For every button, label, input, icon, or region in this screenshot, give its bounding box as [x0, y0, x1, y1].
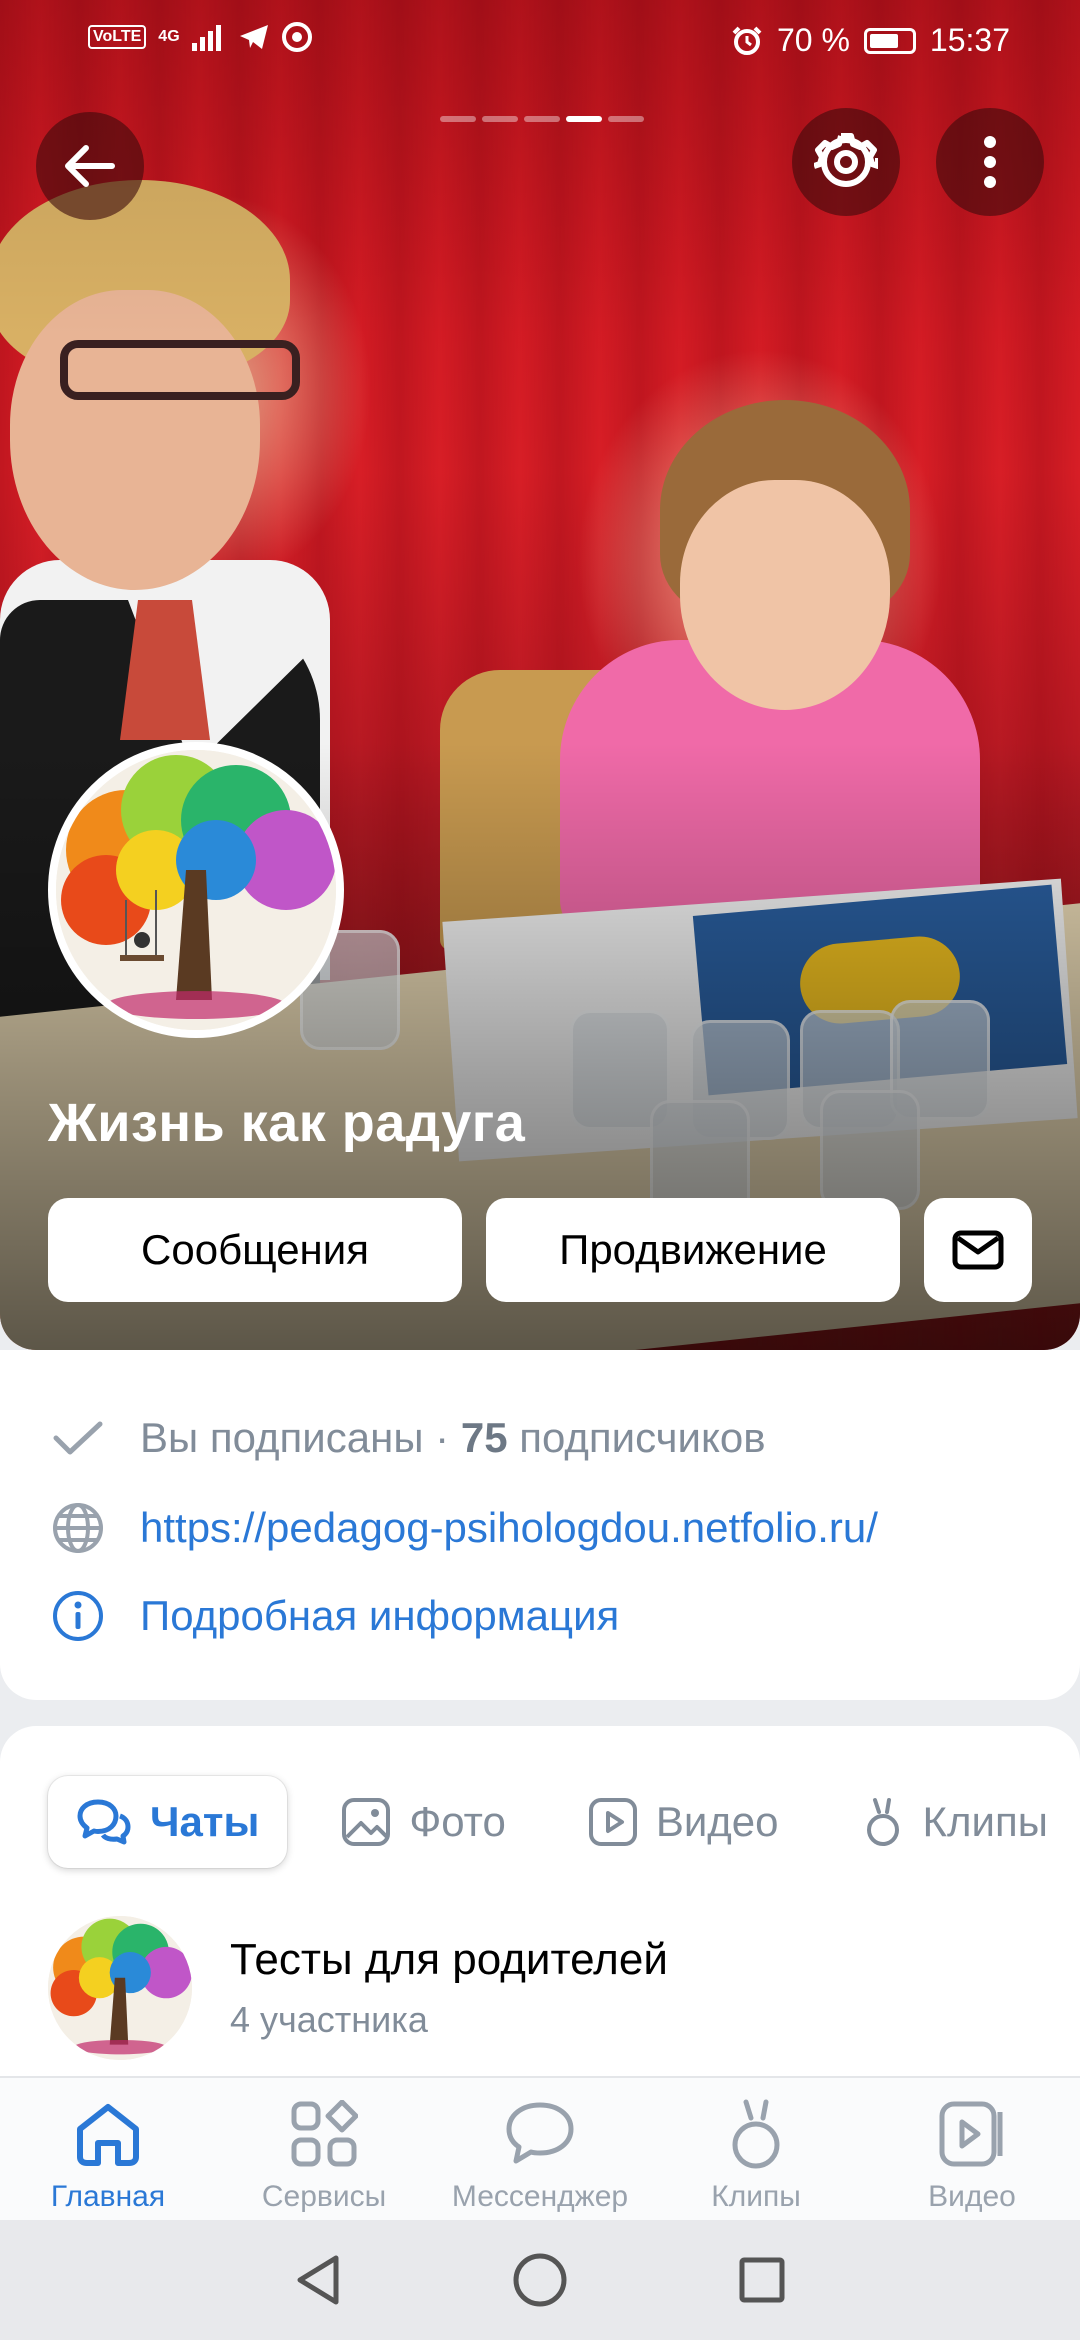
website-row[interactable]: https://pedagog-psihologdou.netfolio.ru/ [50, 1500, 878, 1556]
followers-label: подписчиков [519, 1414, 766, 1461]
messenger-icon [502, 2096, 578, 2172]
cover-slide-dot [440, 116, 476, 122]
tab-clips[interactable]: Клипы [833, 1776, 1076, 1868]
followers-count: 75 [460, 1414, 508, 1461]
envelope-icon [952, 1230, 1004, 1270]
nav-clips[interactable]: Клипы [648, 2078, 864, 2220]
check-icon [50, 1410, 106, 1466]
group-avatar[interactable] [48, 742, 344, 1038]
nav-video[interactable]: Видео [864, 2078, 1080, 2220]
battery-percent: 70 % [776, 22, 850, 58]
content-tabs: Чаты Фото Видео Клипы [48, 1776, 1076, 1868]
back-button[interactable] [36, 112, 144, 220]
subscribed-status: Вы подписаны [140, 1414, 424, 1461]
nav-label: Сервисы [261, 2180, 387, 2213]
globe-icon [50, 1500, 106, 1556]
promotion-button[interactable]: Продвижение [486, 1198, 900, 1302]
info-icon [50, 1588, 106, 1644]
clips-icon [718, 2096, 794, 2172]
system-recents-icon[interactable] [738, 2256, 786, 2304]
nav-label: Главная [50, 2180, 166, 2213]
video-icon [588, 1798, 637, 1846]
alarm-icon [732, 26, 762, 55]
volte-badge: VoLTE [88, 25, 147, 49]
tab-label: Фото [409, 1798, 506, 1845]
details-row[interactable]: Подробная информация [50, 1588, 619, 1644]
cover-slide-dot [566, 116, 602, 122]
cover-slide-indicator [440, 116, 644, 122]
messages-button[interactable]: Сообщения [48, 1198, 462, 1302]
battery-level [869, 33, 898, 48]
chat-list-item[interactable]: Тесты для родителей 4 участника [48, 1916, 668, 2060]
telegram-icon [239, 25, 268, 49]
clock: 15:37 [929, 22, 1010, 58]
nav-messenger[interactable]: Мессенджер [432, 2078, 648, 2220]
video-icon [934, 2096, 1010, 2172]
cover-slide-dot [608, 116, 644, 122]
gear-icon [814, 133, 878, 187]
website-link[interactable]: https://pedagog-psihologdou.netfolio.ru/ [140, 1504, 878, 1552]
mail-button[interactable] [924, 1198, 1032, 1302]
nav-services[interactable]: Сервисы [216, 2078, 432, 2220]
clips-icon [866, 1798, 899, 1846]
group-name: Жизнь как радуга [48, 1093, 526, 1153]
subscription-row[interactable]: Вы подписаны · 75 подписчиков [50, 1410, 766, 1466]
chat-icon [77, 1799, 131, 1845]
nav-label: Видео [928, 2180, 1016, 2213]
details-link[interactable]: Подробная информация [140, 1592, 619, 1640]
rainbow-tree-image [48, 1916, 192, 2060]
chat-avatar [48, 1916, 192, 2060]
bottom-navigation: Главная Сервисы Мессенджер Клипы Видео [0, 2076, 1080, 2220]
tab-label: Чаты [150, 1798, 260, 1845]
nav-label: Мессенджер [451, 2180, 629, 2213]
cover-slide-dot [482, 116, 518, 122]
tab-label: Клипы [922, 1798, 1048, 1845]
group-info-card: Вы подписаны · 75 подписчиков https://pe… [0, 1350, 1080, 1700]
chat-text: Тесты для родителей 4 участника [230, 1935, 668, 2041]
more-button[interactable] [936, 108, 1044, 216]
separator: · [435, 1414, 450, 1461]
nav-label: Клипы [711, 2180, 801, 2213]
system-home-icon[interactable] [512, 2252, 568, 2308]
system-navigation-bar [0, 2220, 1080, 2340]
tab-videos[interactable]: Видео [560, 1776, 807, 1868]
photo-icon [342, 1798, 391, 1846]
system-back-icon[interactable] [294, 2254, 342, 2306]
nav-home[interactable]: Главная [0, 2078, 216, 2220]
rainbow-tree-image [56, 750, 336, 1030]
more-vertical-icon [984, 136, 996, 188]
content-card: Чаты Фото Видео Клипы Тесты для родителе… [0, 1726, 1080, 2076]
tab-label: Видео [655, 1798, 779, 1845]
cover-actions: Сообщения Продвижение [48, 1198, 1032, 1302]
chat-title: Тесты для родителей [230, 1935, 668, 1984]
services-icon [286, 2096, 362, 2172]
battery-icon [863, 27, 916, 54]
chrome-icon [281, 22, 312, 52]
status-bar: VoLTE 4G 70 % 15:37 [0, 0, 1080, 80]
network-type: 4G [158, 28, 180, 45]
chat-members: 4 участника [230, 1999, 428, 2040]
tab-photos[interactable]: Фото [313, 1776, 534, 1868]
home-icon [70, 2096, 146, 2172]
signal-icon [191, 25, 221, 51]
cover-slide-dot [524, 116, 560, 122]
arrow-left-icon [65, 145, 115, 187]
settings-button[interactable] [792, 108, 900, 216]
tab-chats[interactable]: Чаты [48, 1776, 288, 1868]
